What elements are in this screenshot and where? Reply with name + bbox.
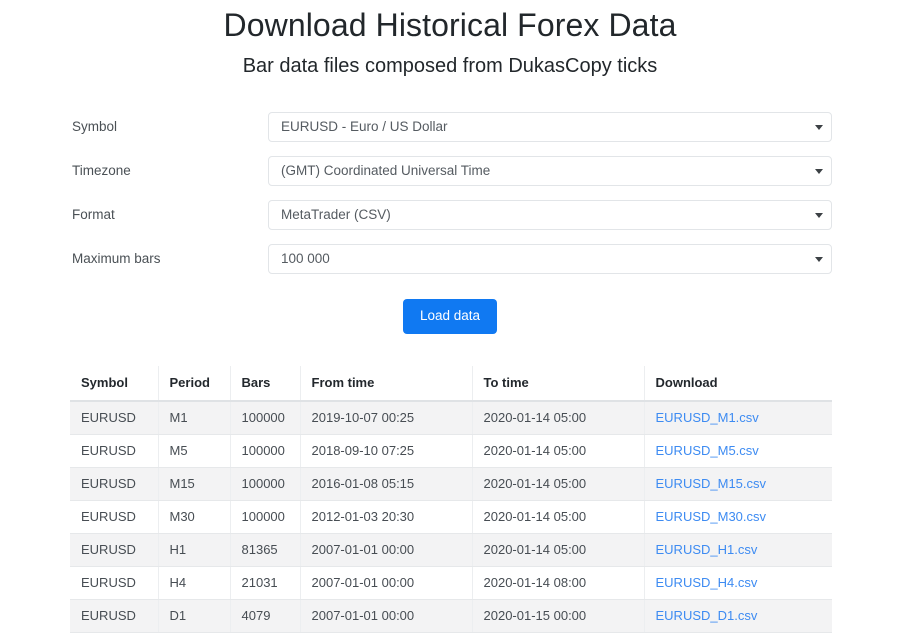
column-header-to-time: To time: [472, 366, 645, 402]
cell-period: M15: [158, 467, 231, 501]
table-row: EURUSD H1 81365 2007-01-01 00:00 2020-01-14 …: [70, 533, 832, 567]
cell-to-time: 2020-01-14 05:00: [472, 500, 645, 534]
cell-from-time: 2007-01-01 00:00: [300, 566, 473, 600]
load-data-button[interactable]: Load data: [402, 299, 498, 334]
column-header-from-time: From time: [300, 366, 473, 402]
maximum-bars-label: Maximum bars: [72, 251, 161, 266]
cell-from-time: 2018-09-10 07:25: [300, 434, 473, 468]
form-row-format: Format MetaTrader (CSV): [72, 200, 832, 230]
table-body: EURUSD M1 100000 2019-10-07 00:25 2020-01-14…: [70, 401, 832, 633]
table-row: EURUSD M15 100000 2016-01-08 05:15 2020-01-1…: [70, 467, 832, 501]
cell-bars: 100000: [230, 434, 301, 468]
format-select[interactable]: MetaTrader (CSV): [268, 200, 832, 230]
cell-download: EURUSD_M1.csv: [644, 401, 832, 435]
cell-to-time: 2020-01-14 08:00: [472, 566, 645, 600]
submit-row: Load data: [0, 299, 900, 334]
download-link[interactable]: EURUSD_M5.csv: [656, 443, 759, 458]
cell-to-time: 2020-01-14 05:00: [472, 467, 645, 501]
column-header-bars: Bars: [230, 366, 301, 402]
table-row: EURUSD M1 100000 2019-10-07 00:25 2020-01-14…: [70, 401, 832, 435]
table-head: Symbol Period Bars From time To time Dow…: [70, 366, 832, 402]
cell-to-time: 2020-01-15 00:00: [472, 599, 645, 633]
column-header-symbol: Symbol: [70, 366, 159, 402]
form-row-symbol: Symbol EURUSD - Euro / US Dollar: [72, 112, 832, 142]
cell-to-time: 2020-01-14 05:00: [472, 401, 645, 435]
cell-from-time: 2016-01-08 05:15: [300, 467, 473, 501]
cell-bars: 21031: [230, 566, 301, 600]
cell-download: EURUSD_M15.csv: [644, 467, 832, 501]
download-form: Symbol EURUSD - Euro / US Dollar Timezon…: [0, 112, 900, 274]
cell-from-time: 2007-01-01 00:00: [300, 599, 473, 633]
cell-bars: 4079: [230, 599, 301, 633]
maximum-bars-select-wrap: 100 000: [268, 244, 832, 274]
symbol-select[interactable]: EURUSD - Euro / US Dollar: [268, 112, 832, 142]
page-title: Download Historical Forex Data: [223, 7, 677, 43]
cell-bars: 100000: [230, 500, 301, 534]
maximum-bars-select[interactable]: 100 000: [268, 244, 832, 274]
cell-period: M1: [158, 401, 231, 435]
timezone-label: Timezone: [72, 163, 131, 178]
cell-bars: 100000: [230, 467, 301, 501]
download-link[interactable]: EURUSD_M30.csv: [656, 509, 767, 524]
download-link[interactable]: EURUSD_M15.csv: [656, 476, 767, 491]
format-select-wrap: MetaTrader (CSV): [268, 200, 832, 230]
page-subtitle: Bar data files composed from DukasCopy t…: [242, 55, 658, 77]
cell-period: M30: [158, 500, 231, 534]
form-row-timezone: Timezone (GMT) Coordinated Universal Tim…: [72, 156, 832, 186]
form-row-maximum-bars: Maximum bars 100 000: [72, 244, 832, 274]
format-label: Format: [72, 207, 115, 222]
download-link[interactable]: EURUSD_H4.csv: [656, 575, 758, 590]
results-table: Symbol Period Bars From time To time Dow…: [70, 366, 832, 633]
timezone-select-wrap: (GMT) Coordinated Universal Time: [268, 156, 832, 186]
symbol-label: Symbol: [72, 119, 118, 134]
timezone-select[interactable]: (GMT) Coordinated Universal Time: [268, 156, 832, 186]
cell-download: EURUSD_H1.csv: [644, 533, 832, 567]
cell-to-time: 2020-01-14 05:00: [472, 533, 645, 567]
table-header-row: Symbol Period Bars From time To time Dow…: [70, 366, 832, 402]
page-header: Download Historical Forex Data Bar data …: [0, 0, 900, 79]
cell-download: EURUSD_M5.csv: [644, 434, 832, 468]
table-row: EURUSD M5 100000 2018-09-10 07:25 2020-01-14…: [70, 434, 832, 468]
results-table-wrap: Symbol Period Bars From time To time Dow…: [0, 366, 900, 633]
page-root: Download Historical Forex Data Bar data …: [0, 0, 900, 633]
cell-period: M5: [158, 434, 231, 468]
cell-to-time: 2020-01-14 05:00: [472, 434, 645, 468]
cell-period: D1: [158, 599, 231, 633]
cell-symbol: EURUSD: [70, 401, 159, 435]
cell-period: H4: [158, 566, 231, 600]
cell-symbol: EURUSD: [70, 566, 159, 600]
cell-from-time: 2007-01-01 00:00: [300, 533, 473, 567]
cell-symbol: EURUSD: [70, 434, 159, 468]
table-row: EURUSD H4 21031 2007-01-01 00:00 2020-01-14 …: [70, 566, 832, 600]
cell-symbol: EURUSD: [70, 500, 159, 534]
cell-period: H1: [158, 533, 231, 567]
cell-bars: 100000: [230, 401, 301, 435]
cell-bars: 81365: [230, 533, 301, 567]
cell-from-time: 2012-01-03 20:30: [300, 500, 473, 534]
table-row: EURUSD D1 4079 2007-01-01 00:00 2020-01-15 0…: [70, 599, 832, 633]
column-header-download: Download: [644, 366, 832, 402]
download-link[interactable]: EURUSD_M1.csv: [656, 410, 759, 425]
cell-download: EURUSD_D1.csv: [644, 599, 832, 633]
cell-download: EURUSD_H4.csv: [644, 566, 832, 600]
cell-symbol: EURUSD: [70, 467, 159, 501]
column-header-period: Period: [158, 366, 231, 402]
cell-download: EURUSD_M30.csv: [644, 500, 832, 534]
cell-from-time: 2019-10-07 00:25: [300, 401, 473, 435]
cell-symbol: EURUSD: [70, 599, 159, 633]
table-row: EURUSD M30 100000 2012-01-03 20:30 2020-01-1…: [70, 500, 832, 534]
download-link[interactable]: EURUSD_D1.csv: [656, 608, 758, 623]
download-link[interactable]: EURUSD_H1.csv: [656, 542, 758, 557]
cell-symbol: EURUSD: [70, 533, 159, 567]
symbol-select-wrap: EURUSD - Euro / US Dollar: [268, 112, 832, 142]
